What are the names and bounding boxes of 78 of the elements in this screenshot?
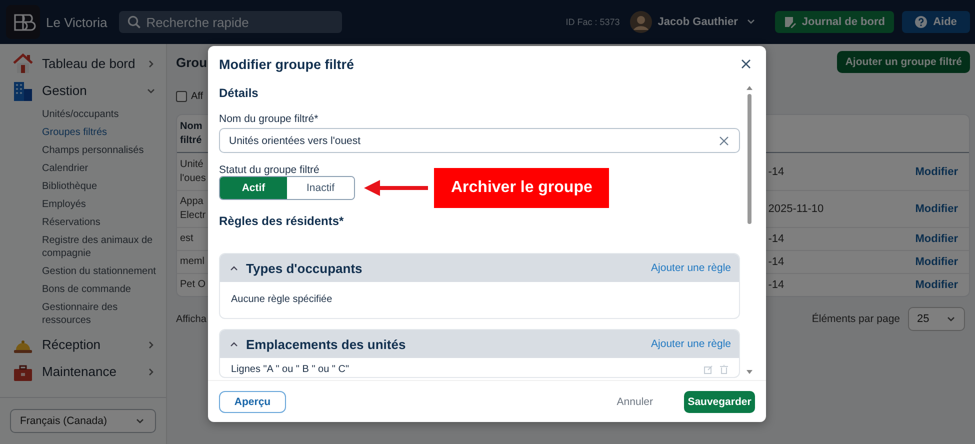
- sidebar-item[interactable]: Gestion: [0, 77, 166, 104]
- close-button[interactable]: [739, 57, 753, 71]
- edit-link[interactable]: Modifier: [915, 279, 958, 291]
- sidebar-link[interactable]: Calendrier: [42, 159, 166, 177]
- search-icon: [127, 15, 142, 29]
- add-rule-link[interactable]: Ajouter une règle: [651, 338, 731, 350]
- sidebar-item[interactable]: Maintenance: [0, 358, 166, 385]
- avatar-icon: [630, 11, 652, 33]
- trash-icon: [720, 365, 728, 374]
- rule-text: Lignes "A " ou " B " ou " C": [231, 364, 350, 375]
- table-cell-text: -14: [768, 166, 786, 178]
- rule-card-title: Types d'occupants: [246, 260, 364, 276]
- arrow-icon: [364, 178, 428, 198]
- language-select[interactable]: Français (Canada): [10, 409, 156, 433]
- table-cell-text: -14: [768, 256, 786, 268]
- facility-id: ID Fac : 5373: [566, 17, 620, 27]
- edit-link[interactable]: Modifier: [915, 166, 958, 178]
- edit-link[interactable]: Modifier: [915, 203, 958, 215]
- table-cell-text: meml: [180, 255, 206, 269]
- table-cell: Pet O: [180, 278, 207, 292]
- help-icon: [915, 16, 928, 28]
- close-icon: [741, 59, 751, 69]
- checkbox-label: Aff: [191, 90, 204, 102]
- table-cell-text: est: [180, 232, 194, 246]
- cancel-button[interactable]: Annuler: [616, 396, 653, 408]
- caret-icon: [746, 19, 755, 25]
- empty-text: Aucune règle spécifiée: [231, 293, 334, 307]
- user-menu[interactable]: Jacob Gauthier: [658, 16, 755, 28]
- table-cell-text: -14: [768, 279, 786, 291]
- page-title: Grou: [176, 54, 208, 70]
- save-button[interactable]: Sauvegarder: [684, 390, 755, 412]
- sidebar-link[interactable]: Réservations: [42, 213, 166, 231]
- section-heading: Détails: [219, 86, 260, 100]
- dialog-title: Modifier groupe filtré: [219, 56, 354, 72]
- edit-icon: [704, 365, 713, 374]
- chevron-icon: [946, 314, 956, 324]
- notepad-icon: [784, 16, 796, 28]
- sidebar-link[interactable]: Employés: [42, 195, 166, 213]
- sidebar-link[interactable]: Gestion du stationnement: [42, 262, 166, 280]
- results-text: Afficha: [176, 314, 206, 324]
- sidebar-link[interactable]: Champs personnalisés: [42, 141, 166, 159]
- table-cell: Appa Electr: [180, 195, 207, 223]
- journal-button[interactable]: Journal de bord: [774, 11, 894, 33]
- preview-button[interactable]: Aperçu: [219, 390, 286, 412]
- edit-link[interactable]: Modifier: [915, 256, 958, 268]
- sidebar-link[interactable]: Registre des animaux de compagnie: [42, 231, 166, 262]
- annotation-callout: Archiver le groupe: [434, 168, 610, 208]
- sidebar-item[interactable]: Tableau de bord: [0, 50, 166, 77]
- search-field[interactable]: Recherche rapide: [119, 11, 342, 33]
- clear-icon: [719, 136, 729, 146]
- per-page-label: Éléments par page: [812, 313, 900, 325]
- logo-icon: [6, 5, 40, 39]
- edit-link[interactable]: Modifier: [915, 233, 958, 245]
- checkbox[interactable]: [176, 90, 187, 102]
- table-cell: Unité l'oues: [180, 158, 207, 186]
- sidebar-link[interactable]: Groupes filtrés: [42, 123, 166, 141]
- per-page-select[interactable]: 25: [908, 307, 965, 331]
- house-icon: [12, 52, 34, 74]
- sidebar-link[interactable]: Gestionnaire des ressources: [42, 298, 166, 329]
- building-icon: [12, 80, 34, 102]
- table-cell-text: 2025-11-10: [768, 203, 825, 215]
- brand-name: Le Victoria: [46, 14, 108, 30]
- sidebar-link[interactable]: Bibliothèque: [42, 177, 166, 195]
- sidebar-item[interactable]: Réception: [0, 331, 166, 358]
- name-field[interactable]: Unités orientées vers l'ouest: [219, 128, 740, 153]
- field-label: Nom du groupe filtré*: [219, 113, 320, 125]
- table-cell-text: -14: [768, 233, 786, 245]
- add-rule-link[interactable]: Ajouter une règle: [651, 262, 731, 274]
- column-header: Nom filtré: [180, 120, 204, 148]
- toggle-option[interactable]: Actif: [220, 177, 287, 199]
- field-label: Statut du groupe filtré: [219, 164, 320, 176]
- add-group-button[interactable]: Ajouter un groupe filtré: [837, 51, 970, 73]
- section-heading: Règles des résidents*: [219, 214, 345, 228]
- help-button[interactable]: Aide: [902, 11, 970, 33]
- sidebar-link[interactable]: Bons de commande: [42, 280, 166, 298]
- rule-card-title: Emplacements des unités: [246, 336, 407, 352]
- sidebar-link[interactable]: Unités/occupants: [42, 105, 166, 123]
- chevron-icon: [135, 416, 145, 426]
